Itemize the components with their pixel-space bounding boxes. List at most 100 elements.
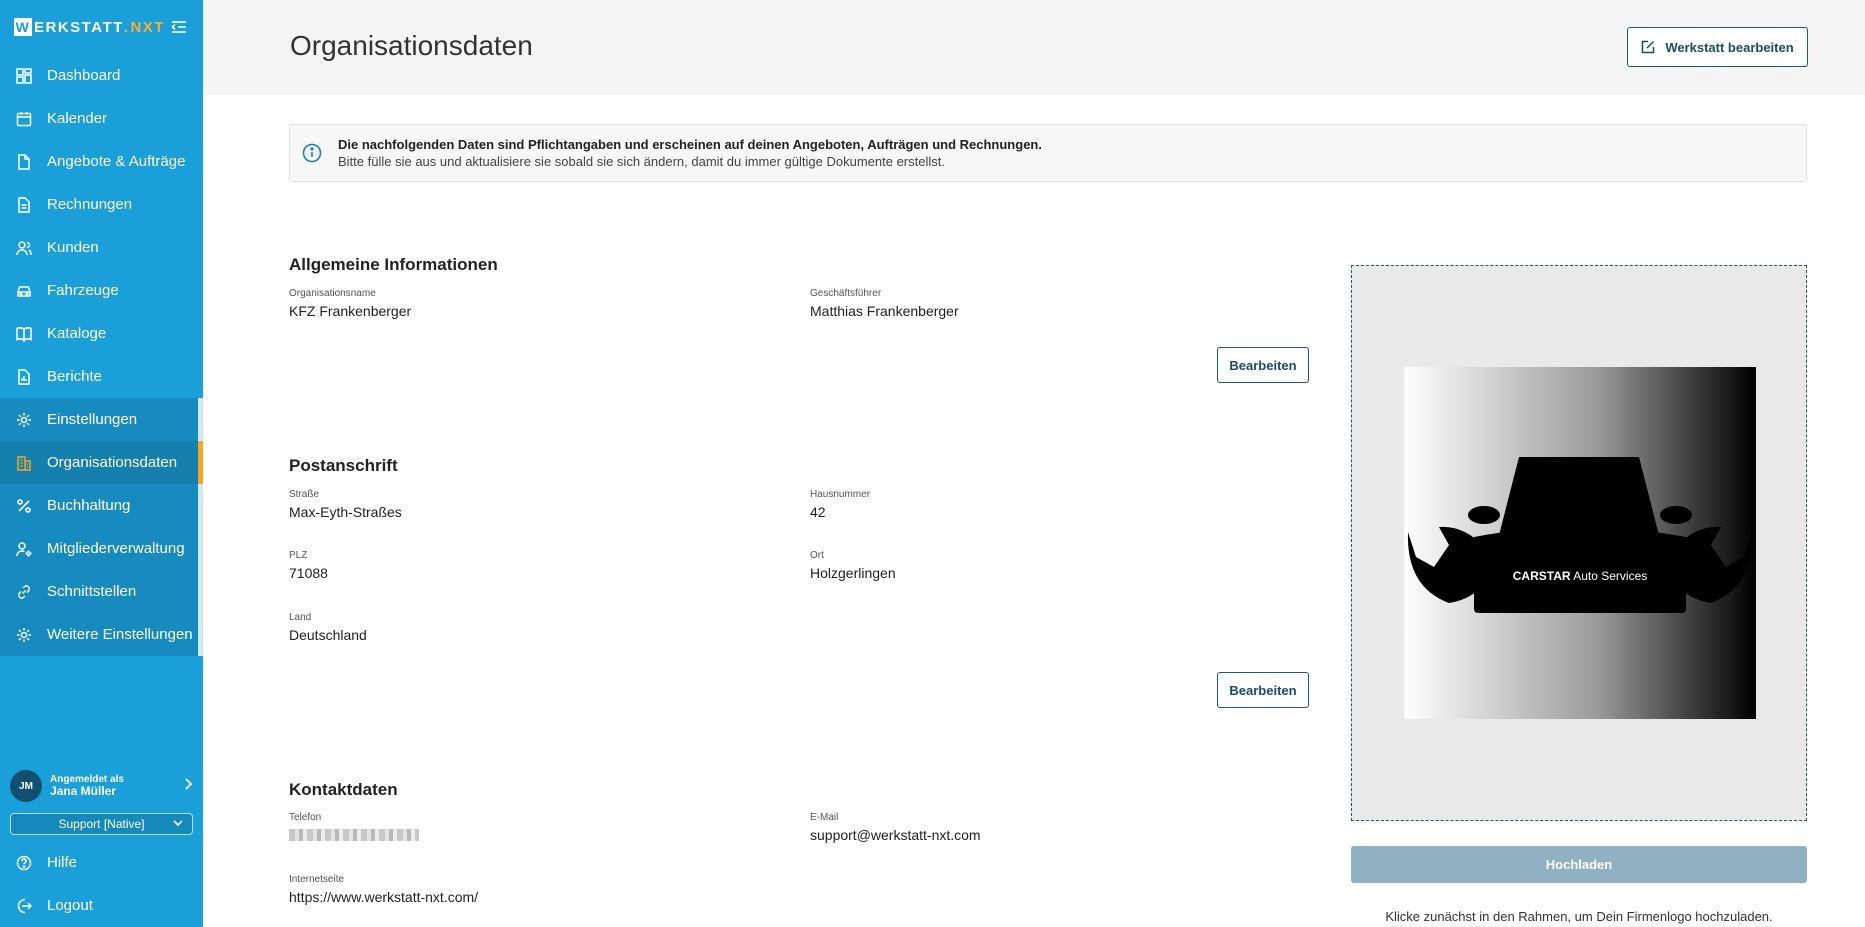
field-label: Internetseite bbox=[289, 874, 345, 885]
logo-upload-frame[interactable]: CARSTAR Auto Services bbox=[1351, 265, 1807, 821]
field-website: Internetseite https://www.werkstatt-nxt.… bbox=[289, 874, 478, 905]
info-title: Die nachfolgenden Daten sind Pflichtanga… bbox=[338, 137, 1042, 152]
book-icon bbox=[15, 325, 33, 343]
nav-item-label: Fahrzeuge bbox=[47, 282, 119, 299]
user-profile[interactable]: JM Angemeldet als Jana Müller bbox=[0, 763, 203, 809]
nav-item-label: Weitere Einstellungen bbox=[47, 626, 193, 643]
nav-item-accounting[interactable]: Buchhaltung bbox=[0, 484, 203, 527]
field-label: Organisationsname bbox=[289, 288, 376, 299]
nav-item-label: Einstellungen bbox=[47, 411, 138, 428]
edit-address-button[interactable]: Bearbeiten bbox=[1217, 672, 1309, 708]
field-value: 42 bbox=[810, 504, 826, 520]
info-subtitle: Bitte fülle sie aus und aktualisiere sie… bbox=[338, 154, 945, 169]
report-icon bbox=[15, 368, 33, 386]
nav-item-reports[interactable]: Berichte bbox=[0, 355, 203, 398]
field-label: Telefon bbox=[289, 812, 322, 823]
nav-item-label: Kalender bbox=[47, 110, 108, 127]
nav-item-offers-orders[interactable]: Angebote & Aufträge bbox=[0, 140, 203, 183]
field-org-name: Organisationsname KFZ Frankenberger bbox=[289, 288, 411, 319]
field-label: Hausnummer bbox=[810, 489, 871, 500]
edit-general-button[interactable]: Bearbeiten bbox=[1217, 347, 1309, 383]
svg-text:CARSTAR Auto Services: CARSTAR Auto Services bbox=[1513, 569, 1648, 583]
percent-icon bbox=[15, 497, 33, 515]
link-icon bbox=[15, 583, 33, 601]
nav-item-invoices[interactable]: Rechnungen bbox=[0, 183, 203, 226]
user-panel: JM Angemeldet als Jana Müller Support [N… bbox=[0, 763, 203, 835]
field-street: Straße Max-Eyth-Straßes bbox=[289, 489, 402, 520]
field-value: Max-Eyth-Straßes bbox=[289, 504, 402, 520]
help-icon bbox=[15, 854, 33, 872]
bottom-nav: Hilfe Logout bbox=[0, 841, 203, 927]
nav-item-calendar[interactable]: Kalender bbox=[0, 97, 203, 140]
logout-icon bbox=[15, 897, 33, 915]
info-icon bbox=[302, 143, 322, 168]
brand-accent: NXT bbox=[130, 18, 165, 36]
field-value: Holzgerlingen bbox=[810, 565, 896, 581]
field-country: Land Deutschland bbox=[289, 612, 367, 643]
field-label: E-Mail bbox=[810, 812, 839, 823]
field-house-number: Hausnummer 42 bbox=[810, 489, 870, 520]
gear-icon bbox=[15, 411, 33, 429]
nav-item-catalogs[interactable]: Kataloge bbox=[0, 312, 203, 355]
chevron-right-icon bbox=[183, 777, 193, 795]
users-icon bbox=[15, 239, 33, 257]
nav-item-vehicles[interactable]: Fahrzeuge bbox=[0, 269, 203, 312]
field-value: https://www.werkstatt-nxt.com/ bbox=[289, 889, 479, 905]
nav-item-label: Angebote & Aufträge bbox=[47, 153, 186, 170]
invoice-icon bbox=[15, 196, 33, 214]
field-value: Deutschland bbox=[289, 627, 367, 643]
sidebar: W ERKSTATT. NXT Dashboard Kalender Angebo… bbox=[0, 0, 203, 927]
gear-icon bbox=[15, 626, 33, 644]
section-title-general: Allgemeine Informationen bbox=[289, 255, 498, 274]
role-select[interactable]: Support [Native] bbox=[10, 813, 193, 835]
field-label: Ort bbox=[810, 550, 824, 561]
nav-item-settings[interactable]: Einstellungen bbox=[0, 398, 203, 441]
info-notice: Die nachfolgenden Daten sind Pflichtanga… bbox=[289, 124, 1807, 182]
nav-item-label: Dashboard bbox=[47, 67, 121, 84]
nav-item-logout[interactable]: Logout bbox=[0, 884, 203, 927]
chevron-down-icon bbox=[172, 817, 184, 832]
role-select-value: Support [Native] bbox=[58, 817, 145, 831]
dashboard-icon bbox=[15, 67, 33, 85]
nav-item-dashboard[interactable]: Dashboard bbox=[0, 54, 203, 97]
nav-item-customers[interactable]: Kunden bbox=[0, 226, 203, 269]
section-title-contact: Kontaktdaten bbox=[289, 780, 398, 799]
nav-item-member-management[interactable]: Mitgliederverwaltung bbox=[0, 527, 203, 570]
nav-item-more-settings[interactable]: Weitere Einstellungen bbox=[0, 613, 203, 656]
edit-workshop-button[interactable]: Werkstatt bearbeiten bbox=[1627, 27, 1808, 67]
field-label: Land bbox=[289, 612, 312, 623]
nav-item-label: Kataloge bbox=[47, 325, 107, 342]
car-wrench-logo-icon: CARSTAR Auto Services bbox=[1407, 457, 1753, 613]
document-icon bbox=[15, 153, 33, 171]
field-city: Ort Holzgerlingen bbox=[810, 550, 896, 581]
page-title: Organisationsdaten bbox=[290, 30, 533, 61]
nav-item-label: Schnittstellen bbox=[47, 583, 137, 600]
nav-item-help[interactable]: Hilfe bbox=[0, 841, 203, 884]
field-value: Matthias Frankenberger bbox=[810, 303, 959, 319]
calendar-icon bbox=[15, 110, 33, 128]
user-name: Jana Müller bbox=[50, 783, 117, 798]
nav-item-label: Rechnungen bbox=[47, 196, 133, 213]
field-email: E-Mail support@werkstatt-nxt.com bbox=[810, 812, 981, 843]
nav-item-organisation-data[interactable]: Organisationsdaten bbox=[0, 441, 203, 484]
field-label: Geschäftsführer bbox=[810, 288, 882, 299]
logo-brand-rest: Auto Services bbox=[1571, 569, 1648, 583]
brand-logo-mark: W bbox=[14, 18, 32, 36]
car-icon bbox=[15, 282, 33, 300]
user-gear-icon bbox=[15, 540, 33, 558]
field-label: Straße bbox=[289, 489, 320, 500]
nav-item-label: Organisationsdaten bbox=[47, 454, 178, 471]
collapse-sidebar-icon[interactable] bbox=[169, 17, 189, 37]
company-logo-image: CARSTAR Auto Services bbox=[1404, 367, 1756, 719]
section-title-address: Postanschrift bbox=[289, 456, 398, 475]
phone-value-blurred bbox=[289, 829, 419, 841]
main-nav: Dashboard Kalender Angebote & Aufträge R… bbox=[0, 54, 203, 656]
page-header: Organisationsdaten Werkstatt bearbeiten bbox=[203, 0, 1865, 95]
edit-icon bbox=[1641, 40, 1655, 54]
field-value: 71088 bbox=[289, 565, 328, 581]
upload-button[interactable]: Hochladen bbox=[1351, 846, 1807, 883]
nav-item-interfaces[interactable]: Schnittstellen bbox=[0, 570, 203, 613]
field-zip: PLZ 71088 bbox=[289, 550, 328, 581]
nav-item-label: Mitgliederverwaltung bbox=[47, 540, 185, 557]
brand-logo[interactable]: W ERKSTATT. NXT bbox=[14, 18, 165, 36]
